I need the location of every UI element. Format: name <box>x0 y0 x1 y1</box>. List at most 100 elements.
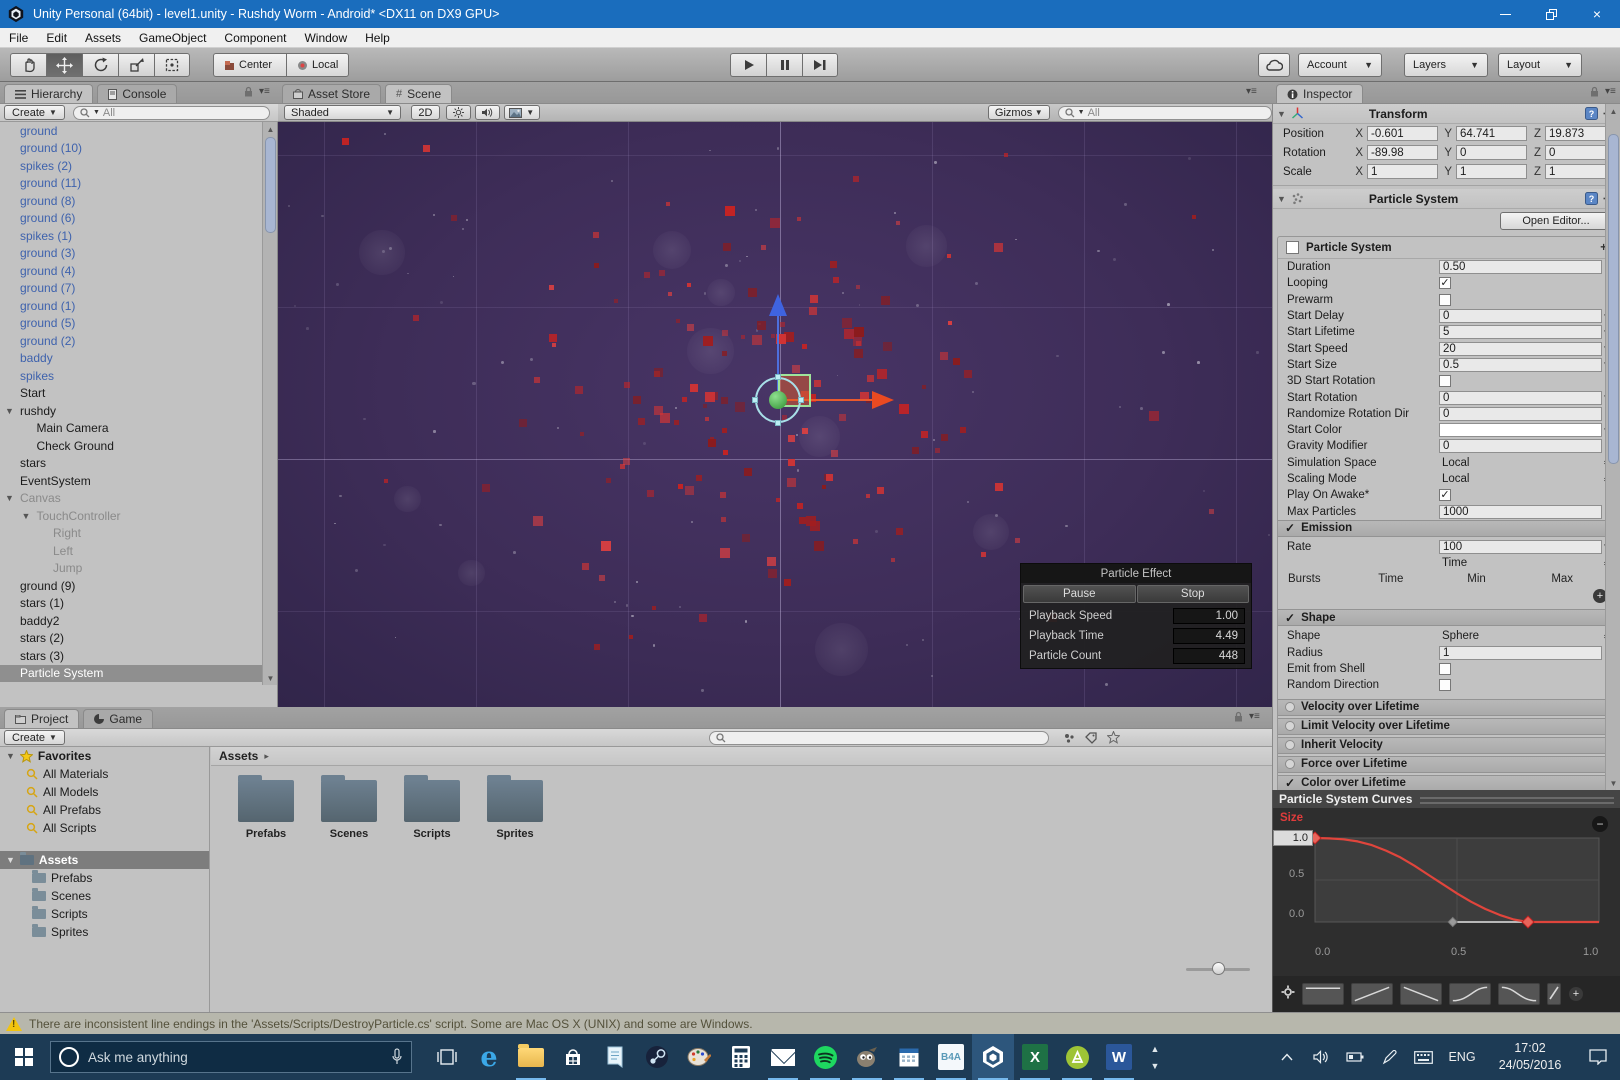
lighting-toggle[interactable] <box>446 105 471 120</box>
audio-toggle[interactable] <box>475 105 500 120</box>
hierarchy-item[interactable]: ▼Canvas <box>0 490 277 508</box>
module-toggle[interactable] <box>1285 702 1295 712</box>
hierarchy-item[interactable]: ▼rushdy <box>0 402 277 420</box>
search-by-type-icon[interactable] <box>1063 732 1075 744</box>
assets-root[interactable]: ▼Assets <box>0 851 209 869</box>
shape-radius-field[interactable]: 1 <box>1439 646 1602 660</box>
hierarchy-item[interactable]: baddy2 <box>0 612 277 630</box>
taskbar-search[interactable]: Ask me anything <box>50 1041 412 1073</box>
transform-component-header[interactable]: ▼ Transform ? <box>1273 104 1620 124</box>
hierarchy-scrollbar[interactable]: ▲ ▼ <box>262 122 277 685</box>
tab-inspector[interactable]: Inspector <box>1276 84 1363 103</box>
hierarchy-item[interactable]: Jump <box>0 560 277 578</box>
gizmos-dropdown[interactable]: Gizmos▼ <box>988 105 1050 120</box>
hand-tool-button[interactable] <box>10 53 46 77</box>
hierarchy-item[interactable]: ground (10) <box>0 140 277 158</box>
scene-search-input[interactable]: ▼ All <box>1058 106 1272 120</box>
hierarchy-item[interactable]: ground (8) <box>0 192 277 210</box>
tab-asset-store[interactable]: Asset Store <box>282 84 381 103</box>
emission-module-header[interactable]: ✓Emission <box>1278 520 1615 537</box>
rect-tool-button[interactable] <box>154 53 190 77</box>
hierarchy-item[interactable]: Particle System <box>0 665 277 683</box>
taskbar-unity[interactable] <box>972 1034 1014 1080</box>
module-toggle[interactable] <box>1285 759 1295 769</box>
menu-window[interactable]: Window <box>295 28 356 48</box>
lock-icon[interactable] <box>1234 711 1243 722</box>
taskbar-notepad[interactable] <box>594 1034 636 1080</box>
shape-module-header[interactable]: ✓Shape <box>1278 609 1615 626</box>
effects-dropdown[interactable]: ▼ <box>504 105 540 120</box>
ps-max-particles-field[interactable]: 1000 <box>1439 505 1602 519</box>
menu-edit[interactable]: Edit <box>37 28 76 48</box>
lock-icon[interactable] <box>244 86 253 97</box>
foldout-arrow-icon[interactable]: ▼ <box>5 406 14 416</box>
microphone-icon[interactable] <box>391 1048 403 1066</box>
help-icon[interactable]: ? <box>1585 107 1598 120</box>
taskbar-word[interactable]: W <box>1098 1034 1140 1080</box>
hierarchy-item[interactable]: ground (3) <box>0 245 277 263</box>
ps-start-color-color-swatch[interactable] <box>1439 423 1602 437</box>
hierarchy-item[interactable]: stars (2) <box>0 630 277 648</box>
gizmo-center[interactable] <box>769 391 787 409</box>
battery-icon[interactable] <box>1338 1034 1372 1080</box>
hierarchy-item[interactable]: stars (3) <box>0 647 277 665</box>
menu-component[interactable]: Component <box>215 28 295 48</box>
start-button[interactable] <box>0 1034 48 1080</box>
taskbar-b4a[interactable]: B4A <box>930 1034 972 1080</box>
step-button[interactable] <box>802 53 838 77</box>
ps-scaling-mode-select[interactable]: Local <box>1439 472 1602 486</box>
layout-dropdown[interactable]: Layout▼ <box>1498 53 1582 77</box>
ps-start-rotation-field[interactable]: 0 <box>1439 391 1602 405</box>
module-inherit-velocity[interactable]: Inherit Velocity <box>1278 737 1615 754</box>
transform-position-x-field[interactable]: -0.601 <box>1367 126 1438 141</box>
panel-menu-icon[interactable]: ▾≡ <box>1249 711 1260 722</box>
panel-menu-icon[interactable]: ▾≡ <box>1605 86 1616 97</box>
taskbar-file-explorer[interactable] <box>510 1034 552 1080</box>
help-icon[interactable]: ? <box>1585 192 1598 205</box>
tree-folder-scripts[interactable]: Scripts <box>0 905 209 923</box>
open-editor-button[interactable]: Open Editor... <box>1500 212 1612 230</box>
taskbar-calendar[interactable] <box>888 1034 930 1080</box>
module-force-over-lifetime[interactable]: Force over Lifetime <box>1278 756 1615 773</box>
cloud-button[interactable] <box>1258 53 1290 77</box>
hierarchy-item[interactable]: ground (11) <box>0 175 277 193</box>
hierarchy-item[interactable]: baddy <box>0 350 277 368</box>
favorite-all-prefabs[interactable]: All Prefabs <box>0 801 209 819</box>
play-button[interactable] <box>730 53 766 77</box>
hierarchy-create-button[interactable]: Create▼ <box>4 105 65 120</box>
asset-folder-scripts[interactable]: Scripts <box>401 780 463 840</box>
language-indicator[interactable]: ENG <box>1440 1050 1484 1064</box>
restore-button[interactable] <box>1528 0 1574 28</box>
tab-console[interactable]: Console <box>97 84 177 103</box>
shape-random-direction-checkbox[interactable] <box>1439 679 1451 691</box>
ps-simulation-space-select[interactable]: Local <box>1439 456 1602 470</box>
hierarchy-item[interactable]: ground (1) <box>0 297 277 315</box>
hierarchy-item[interactable]: ground (4) <box>0 262 277 280</box>
ps-prewarm-checkbox[interactable] <box>1439 294 1451 306</box>
overlay-row-value[interactable]: 4.49 <box>1173 628 1245 644</box>
hierarchy-item[interactable]: EventSystem <box>0 472 277 490</box>
curve-options-gear-icon[interactable] <box>1281 985 1295 1004</box>
menu-gameobject[interactable]: GameObject <box>130 28 215 48</box>
ps-enabled-checkbox[interactable] <box>1286 241 1299 254</box>
hierarchy-item[interactable]: Check Ground <box>0 437 277 455</box>
panel-menu-icon[interactable]: ▾≡ <box>1246 86 1257 97</box>
curve-preset-ease-down[interactable] <box>1498 983 1540 1005</box>
favorite-all-models[interactable]: All Models <box>0 783 209 801</box>
hierarchy-item[interactable]: Main Camera <box>0 420 277 438</box>
hierarchy-item[interactable]: ground (2) <box>0 332 277 350</box>
tray-expand-icon[interactable] <box>1270 1034 1304 1080</box>
curve-key-value[interactable]: 1.0 <box>1273 830 1313 846</box>
asset-folder-sprites[interactable]: Sprites <box>484 780 546 840</box>
curve-preset-linear-up[interactable] <box>1351 983 1393 1005</box>
module-velocity-over-lifetime[interactable]: Velocity over Lifetime <box>1278 699 1615 716</box>
ps-looping-checkbox[interactable]: ✓ <box>1439 277 1451 289</box>
breadcrumb-assets[interactable]: Assets <box>219 749 258 763</box>
touch-keyboard-icon[interactable] <box>1406 1034 1440 1080</box>
hierarchy-item[interactable]: ground (9) <box>0 577 277 595</box>
overlay-row-value[interactable]: 448 <box>1173 648 1245 664</box>
hierarchy-item[interactable]: spikes (2) <box>0 157 277 175</box>
account-dropdown[interactable]: Account▼ <box>1298 53 1382 77</box>
foldout-arrow-icon[interactable]: ▼ <box>6 855 15 865</box>
ps-randomize-rotation-dir-field[interactable]: 0 <box>1439 407 1602 421</box>
